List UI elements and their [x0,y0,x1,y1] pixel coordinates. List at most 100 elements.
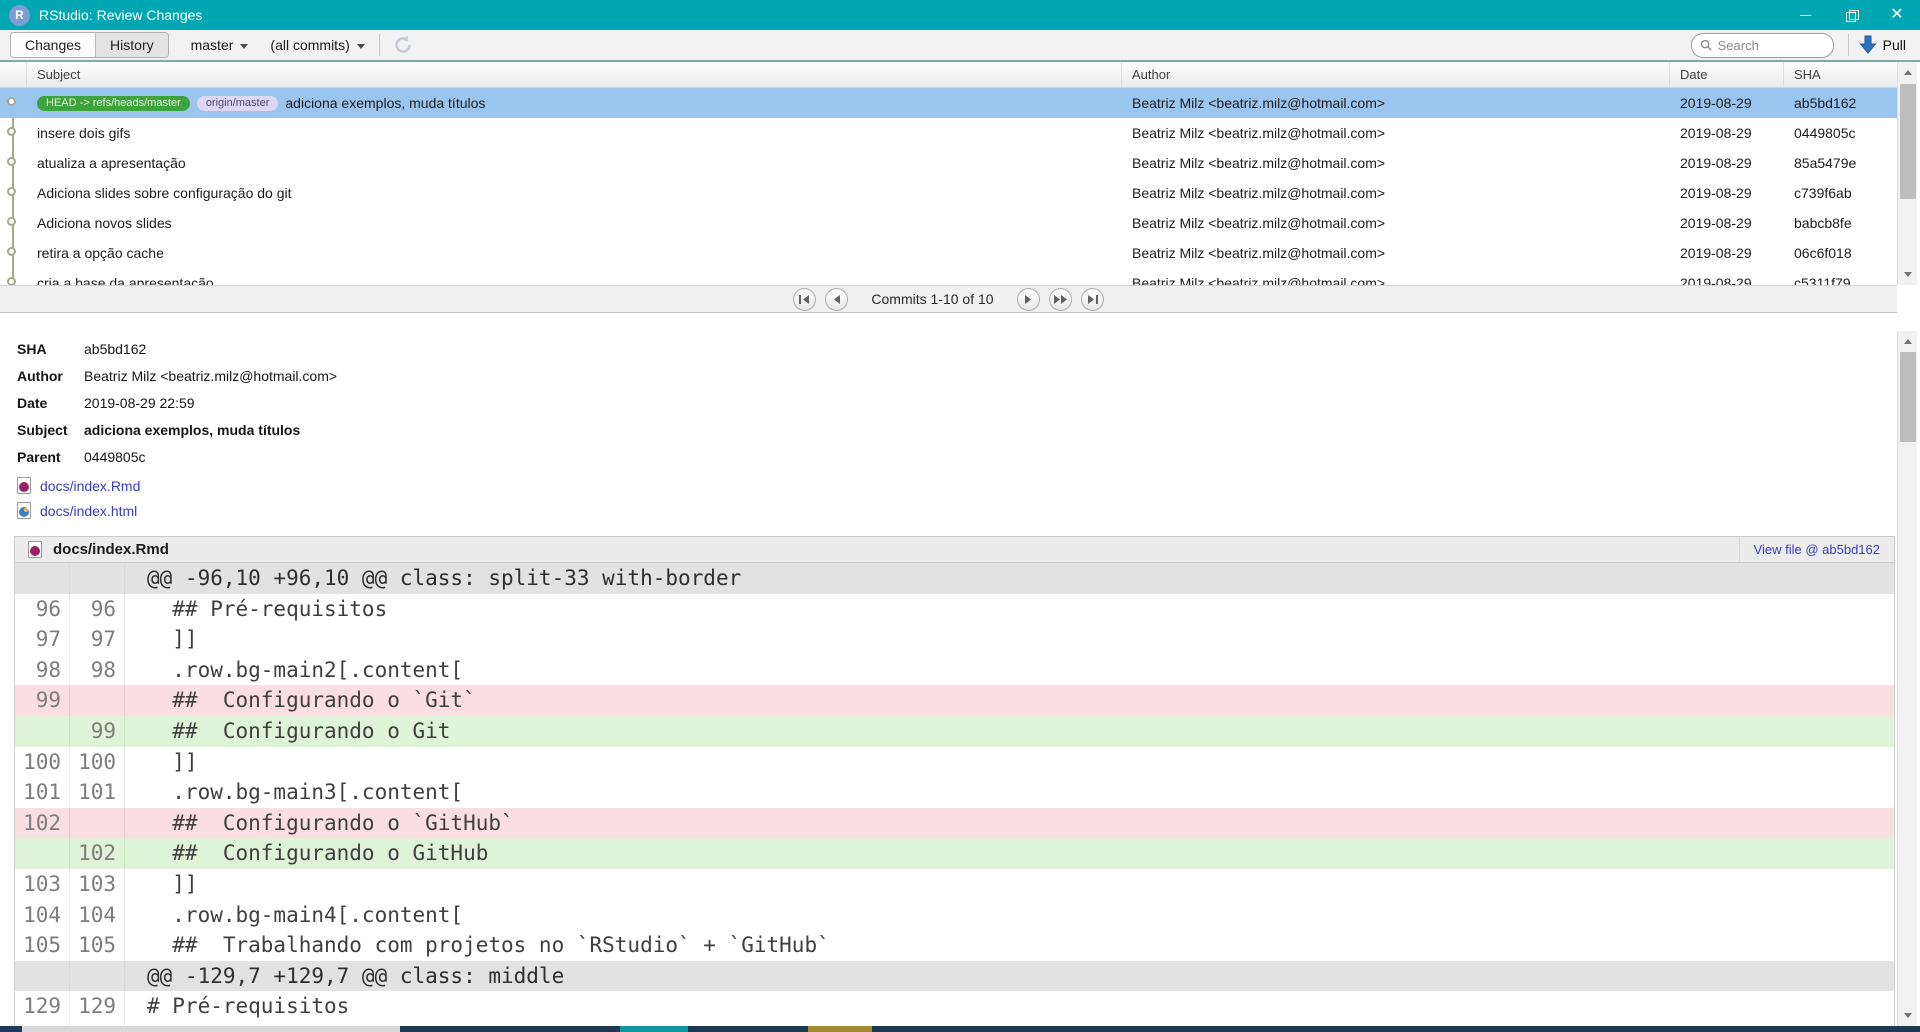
commit-row[interactable]: HEAD -> refs/heads/masterorigin/masterad… [0,88,1897,118]
header-graph-column [0,62,27,87]
diff-code-text: ## Configurando o GitHub [125,838,1894,869]
diff-code-text: @@ -129,7 +129,7 @@ class: middle [125,961,1894,992]
commit-row[interactable]: insere dois gifsBeatriz Milz <beatriz.mi… [0,118,1897,148]
changed-file-links: docs/index.Rmd docs/index.html [17,473,140,523]
page-first-button[interactable] [793,288,816,311]
detail-pane-scrollbar[interactable] [1897,331,1917,1026]
commit-graph-node-cell [0,178,27,208]
diff-line-hunk: @@ -129,7 +129,7 @@ class: middle [15,961,1894,992]
refresh-button[interactable] [392,34,414,56]
commit-subject: Adiciona slides sobre configuração do gi… [27,185,1122,201]
scroll-down-arrow-icon[interactable] [1898,1006,1918,1025]
detail-label: Parent [17,449,84,465]
search-input[interactable] [1718,38,1825,53]
diff-code-text: ## Trabalhando com projetos no `RStudio`… [125,930,1894,961]
scrollbar-thumb[interactable] [1900,84,1916,199]
file-link[interactable]: docs/index.Rmd [17,473,140,498]
commit-sha: 85a5479e [1784,155,1897,171]
new-line-number: 102 [70,838,125,869]
bottom-edge-strip [0,1026,1920,1032]
commit-date: 2019-08-29 [1670,275,1784,285]
pull-label: Pull [1883,37,1906,53]
page-last-button[interactable] [1081,288,1104,311]
commit-row[interactable]: Adiciona slides sobre configuração do gi… [0,178,1897,208]
tab-history[interactable]: History [95,33,168,57]
new-line-number: 97 [70,624,125,655]
scroll-down-arrow-icon[interactable] [1898,265,1918,284]
changes-history-tabs: Changes History [10,32,169,58]
page-fast-button[interactable] [1049,288,1072,311]
header-author: Author [1122,62,1670,87]
window-title: RStudio: Review Changes [39,7,202,23]
detail-row-subject: Subjectadiciona exemplos, muda títulos [17,416,337,443]
pull-button[interactable]: Pull [1859,35,1906,55]
diff-code-text: @@ -96,10 +96,10 @@ class: split-33 with… [125,563,1894,594]
minimize-button[interactable] [1782,0,1828,30]
commit-table-scrollbar[interactable] [1897,62,1917,285]
diff-line-del: 102 ## Configurando o `GitHub` [15,808,1894,839]
restore-button[interactable] [1828,0,1874,30]
old-line-number: 97 [15,624,70,655]
commit-date: 2019-08-29 [1670,215,1784,231]
old-line-number [15,961,70,992]
rmd-file-icon [17,477,31,494]
scroll-up-arrow-icon[interactable] [1898,332,1918,351]
diff-code-text: ]] [125,624,1894,655]
detail-row-sha: SHAab5bd162 [17,335,337,362]
strip-segment [22,1026,400,1032]
head-branch-badge: HEAD -> refs/heads/master [37,96,190,111]
commit-subject: insere dois gifs [27,125,1122,141]
file-link-text: docs/index.html [40,503,137,519]
file-link[interactable]: docs/index.html [17,498,140,523]
commit-filter-dropdown[interactable]: (all commits) [270,37,364,53]
scroll-up-arrow-icon[interactable] [1898,63,1918,82]
tab-changes[interactable]: Changes [11,33,95,57]
old-line-number: 104 [15,900,70,931]
commit-date: 2019-08-29 [1670,95,1784,111]
old-line-number: 103 [15,869,70,900]
commit-date: 2019-08-29 [1670,125,1784,141]
diff-code-text: .row.bg-main2[.content[ [125,655,1894,686]
header-subject: Subject [27,62,1122,87]
detail-row-date: Date2019-08-29 22:59 [17,389,337,416]
page-next-button[interactable] [1017,288,1040,311]
new-line-number: 104 [70,900,125,931]
diff-line-add: 99 ## Configurando o Git [15,716,1894,747]
new-line-number [70,685,125,716]
scrollbar-thumb[interactable] [1900,352,1916,442]
detail-label: Subject [17,422,84,438]
commit-row[interactable]: Adiciona novos slidesBeatriz Milz <beatr… [0,208,1897,238]
new-line-number [70,808,125,839]
new-line-number: 129 [70,991,125,1022]
commit-date: 2019-08-29 [1670,155,1784,171]
old-line-number [15,838,70,869]
old-line-number: 129 [15,991,70,1022]
strip-segment [808,1026,872,1032]
commit-graph-node-cell [0,148,27,178]
commit-row[interactable]: retira a opção cacheBeatriz Milz <beatri… [0,238,1897,268]
new-line-number: 96 [70,594,125,625]
commit-sha: 06c6f018 [1784,245,1897,261]
commit-sha: c739f6ab [1784,185,1897,201]
commit-row[interactable]: atualiza a apresentaçãoBeatriz Milz <bea… [0,148,1897,178]
commit-sha: babcb8fe [1784,215,1897,231]
rmd-file-icon [28,541,42,558]
new-line-number: 103 [70,869,125,900]
commit-subject: HEAD -> refs/heads/masterorigin/masterad… [27,95,1122,111]
search-icon [1700,38,1712,52]
diff-line-ctx: 104104 .row.bg-main4[.content[ [15,900,1894,931]
pull-arrow-icon [1859,35,1877,55]
commit-table: HEAD -> refs/heads/masterorigin/masterad… [0,88,1897,285]
branch-dropdown[interactable]: master [191,37,249,53]
commit-author: Beatriz Milz <beatriz.milz@hotmail.com> [1122,155,1670,171]
commit-row[interactable]: cria a base da apresentaçãoBeatriz Milz … [0,268,1897,285]
view-file-link[interactable]: View file @ ab5bd162 [1739,537,1894,562]
page-prev-button[interactable] [825,288,848,311]
diff-line-ctx: 9696 ## Pré-requisitos [15,594,1894,625]
diff-view: @@ -96,10 +96,10 @@ class: split-33 with… [14,563,1895,1032]
search-box[interactable] [1691,33,1834,58]
detail-label: SHA [17,341,84,357]
diff-file-header: docs/index.Rmd View file @ ab5bd162 [14,536,1895,563]
close-button[interactable]: ✕ [1874,0,1920,30]
diff-code-text: ]] [125,869,1894,900]
